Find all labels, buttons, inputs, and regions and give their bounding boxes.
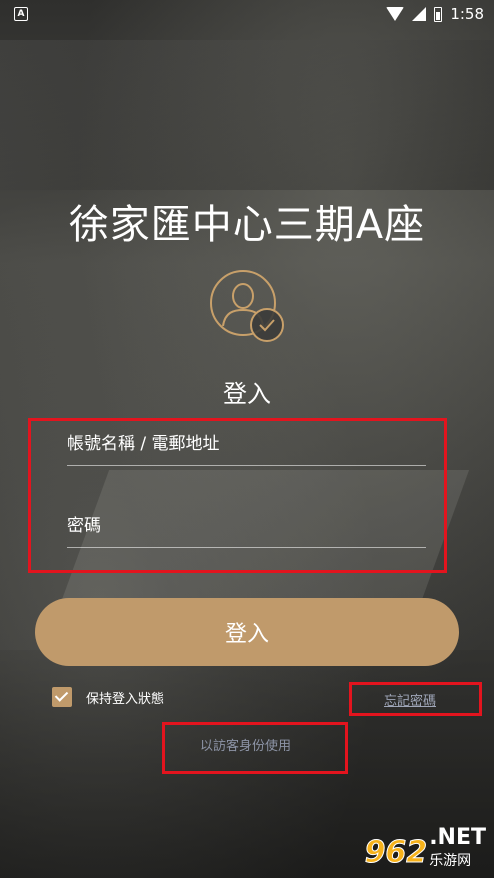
watermark-subtitle: 乐游网 (429, 853, 472, 869)
watermark-number: 962 (364, 835, 428, 871)
app-title: 徐家匯中心三期A座 (68, 202, 426, 248)
battery-icon (434, 6, 443, 22)
account-field[interactable] (67, 422, 426, 466)
forgot-password-link[interactable]: 忘記密碼 (384, 690, 436, 709)
watermark-suffix: .NET (429, 825, 486, 850)
checkmark-icon (250, 308, 284, 342)
remember-label: 保持登入狀態 (86, 691, 165, 707)
signal-icon (412, 7, 427, 21)
login-heading: 登入 (223, 380, 271, 408)
account-input[interactable] (67, 433, 426, 454)
status-time: 1:58 (450, 5, 484, 23)
app-notification-icon: A (14, 7, 28, 21)
watermark-logo: 962 .NET 乐游网 (364, 825, 486, 871)
password-input[interactable] (67, 515, 426, 536)
password-field[interactable] (67, 504, 426, 548)
remember-checkbox[interactable] (52, 687, 72, 707)
guest-login-link[interactable]: 以訪客身份使用 (200, 735, 291, 754)
status-bar: A 1:58 (0, 0, 494, 28)
login-button[interactable]: 登入 (35, 598, 459, 666)
remember-me[interactable]: 保持登入狀態 (52, 687, 164, 707)
wifi-icon (386, 7, 405, 21)
